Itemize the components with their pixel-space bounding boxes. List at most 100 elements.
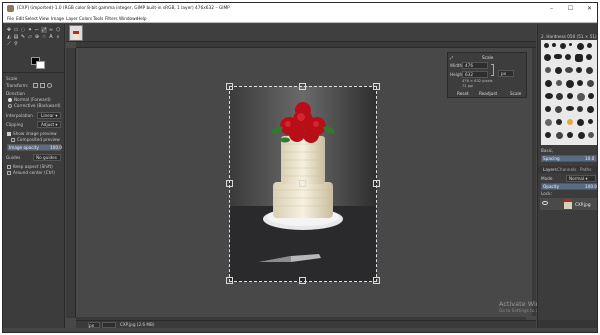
crop-tool-icon[interactable]: ⌐ [34,27,40,33]
menu-image[interactable]: Image [51,16,64,21]
zoom-select[interactable] [102,322,116,328]
transform-handle-top-right[interactable] [373,83,380,90]
reset-button[interactable]: Reset [457,91,469,96]
lasso-tool-icon[interactable]: ◌ [20,27,26,33]
image-tab-thumbnail[interactable] [69,25,83,41]
scale-unit-select[interactable]: px [498,70,514,77]
brush-preset[interactable] [560,43,566,49]
brush-preset[interactable] [544,54,551,61]
minimize-button[interactable]: – [543,3,560,14]
gradient-tool-icon[interactable]: ▤ [13,34,19,40]
brush-preset[interactable] [577,80,583,86]
transform-handle-right[interactable] [373,180,380,187]
layer-row[interactable]: CXP.jpg [540,198,597,210]
smudge-tool-icon[interactable]: ☝ [41,34,47,40]
brush-preset[interactable] [567,93,573,99]
color-picker-tool-icon[interactable]: ⚲ [13,41,19,47]
brush-preset[interactable] [578,132,585,139]
menu-windows[interactable]: Windows [119,16,138,21]
horizontal-scrollbar[interactable] [76,317,526,320]
menu-tools[interactable]: Tools [93,16,103,21]
keep-aspect-checkbox[interactable] [7,165,11,169]
transform-layer-icon[interactable] [33,83,38,88]
direction-corrective-radio[interactable] [8,104,12,108]
text-tool-icon[interactable]: A [48,34,54,40]
transform-handle-bottom[interactable] [299,277,306,284]
brush-tag-filter[interactable]: Basic, [541,148,553,153]
scale-width-input[interactable]: 476 [462,62,488,69]
transform-selection-icon[interactable] [40,83,45,88]
brush-preset[interactable] [545,106,551,112]
menu-help[interactable]: Help [137,16,147,21]
brush-preset[interactable] [556,93,563,100]
menu-view[interactable]: View [39,16,49,21]
menu-filters[interactable]: Filters [105,16,118,21]
brush-preset[interactable] [587,80,594,87]
interpolation-select[interactable]: Linear ▾ [37,112,61,119]
brush-preset[interactable] [552,43,556,47]
transform-handle-bottom-right[interactable] [373,277,380,284]
chain-link-icon[interactable] [491,64,494,76]
brush-preset[interactable] [588,132,594,138]
composited-preview-checkbox[interactable] [11,138,15,142]
readjust-button[interactable]: Readjust [479,91,497,96]
brush-preset[interactable] [545,80,552,87]
brush-preset[interactable] [555,67,562,74]
tab-layers[interactable]: Layers [543,167,557,172]
brush-preset[interactable] [586,54,592,60]
brush-preset[interactable] [576,67,582,73]
rect-select-tool-icon[interactable]: ▭ [13,27,19,33]
menu-select[interactable]: Select [25,16,38,21]
brush-preset[interactable] [575,54,583,62]
transform-handle-left[interactable] [226,180,233,187]
warp-tool-icon[interactable]: ≈ [48,27,54,33]
eraser-tool-icon[interactable]: ▱ [27,34,33,40]
close-button[interactable]: ✕ [581,3,597,14]
transform-handle-bottom-left[interactable] [226,277,233,284]
brush-preset[interactable] [544,43,549,48]
background-color-swatch[interactable] [36,61,45,69]
paintbrush-tool-icon[interactable]: ✎ [20,34,26,40]
brush-preset[interactable] [556,132,563,139]
brush-preset[interactable] [588,119,593,124]
brush-preset[interactable] [587,43,592,48]
brush-preset[interactable] [588,93,594,99]
guides-select[interactable]: No guides [33,154,61,161]
around-center-checkbox[interactable] [7,171,11,175]
scale-tool-icon[interactable]: ⤢ [41,27,47,33]
maximize-button[interactable]: ☐ [562,3,579,14]
menu-file[interactable]: File [7,16,14,21]
vertical-scrollbar[interactable] [532,48,536,316]
brush-preset[interactable] [545,119,552,126]
tab-channels[interactable]: Channels [557,167,576,172]
scale-button[interactable]: Scale [510,91,521,96]
fuzzy-select-tool-icon[interactable]: ✦ [27,27,33,33]
mode-select[interactable]: Normal ▾ [566,175,596,182]
show-preview-checkbox[interactable] [7,132,11,136]
unit-select[interactable]: px [88,322,100,328]
brush-preset[interactable] [587,106,594,113]
brush-grid[interactable] [541,40,597,145]
brush-preset[interactable] [545,67,551,73]
brush-preset[interactable] [556,119,562,125]
brush-preset[interactable] [577,106,583,112]
brush-preset[interactable] [565,54,571,60]
bucket-fill-tool-icon[interactable]: ◭ [6,34,12,40]
brush-preset[interactable] [545,132,551,138]
transform-handle-top[interactable] [299,83,306,90]
brush-preset[interactable] [566,80,574,88]
brush-preset[interactable] [555,106,562,113]
brush-preset[interactable] [566,106,574,111]
zoom-tool-icon[interactable]: ⌕ [55,34,61,40]
brush-preset[interactable] [545,93,553,99]
menu-colors[interactable]: Colors [79,16,92,21]
direction-normal-radio[interactable] [8,98,12,102]
menu-edit[interactable]: Edit [16,16,24,21]
clone-tool-icon[interactable]: ⊕ [34,34,40,40]
brush-preset[interactable] [554,54,562,59]
clipping-select[interactable]: Adjust ▾ [37,121,61,128]
cage-tool-icon[interactable]: ⬡ [55,27,61,33]
transform-handle-center[interactable] [299,180,306,187]
brush-preset[interactable] [556,80,562,86]
move-tool-icon[interactable]: ✥ [6,27,12,33]
